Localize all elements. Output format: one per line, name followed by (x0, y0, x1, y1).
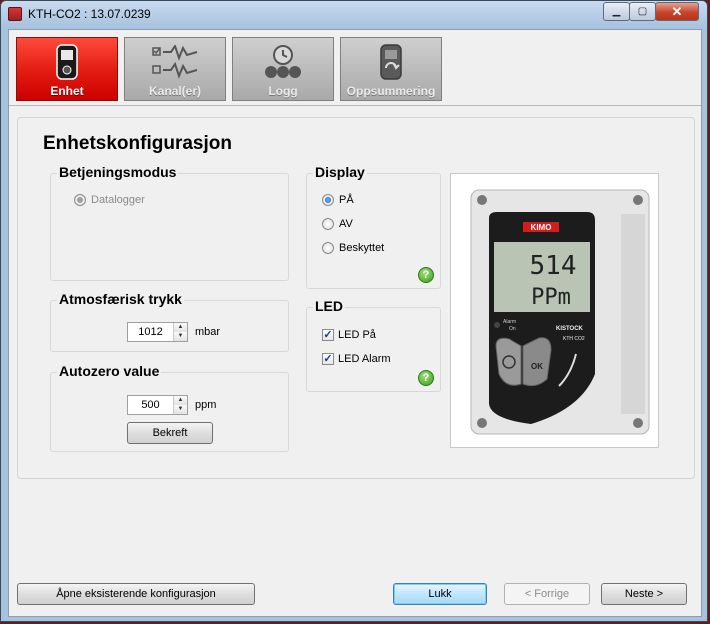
maximize-button[interactable]: ▢ (629, 2, 656, 21)
display-group: Display PÅ AV Beskyttet ? (306, 164, 441, 289)
display-on-radio[interactable]: PÅ (322, 194, 354, 206)
autozero-group: Autozero value 500 ▲ ▼ ppm Bekreft (50, 363, 289, 452)
minimize-icon: ▁ (612, 6, 621, 17)
wizard-tab-bar: Enhet Kanal(er) Logg Oppsummering (9, 30, 701, 106)
tab-label: Logg (268, 84, 298, 98)
display-unit: PPm (531, 285, 571, 310)
led-on-text: On (509, 326, 516, 332)
device-icon (17, 43, 117, 81)
led-group: LED ✓ LED På ✓ LED Alarm ? (306, 298, 441, 392)
app-icon (8, 7, 22, 21)
led-on-checkbox[interactable]: ✓ LED På (322, 329, 376, 341)
close-window-button[interactable]: ✕ (655, 2, 699, 21)
led-title: LED (313, 298, 345, 314)
spin-down-icon[interactable]: ▼ (174, 332, 187, 341)
page-title: Enhetskonfigurasjon (43, 133, 232, 154)
spin-up-icon[interactable]: ▲ (174, 323, 187, 332)
clock-icon (233, 43, 333, 81)
display-title: Display (313, 164, 367, 180)
display-off-label: AV (339, 218, 353, 230)
autozero-stepper[interactable]: 500 ▲ ▼ (127, 395, 188, 415)
ok-key-label: OK (531, 362, 543, 371)
display-reading: 514 (530, 251, 577, 281)
previous-button[interactable]: < Forrige (504, 583, 590, 605)
window-title: KTH-CO2 : 13.07.0239 (28, 7, 151, 21)
pressure-unit: mbar (195, 326, 221, 338)
minimize-button[interactable]: ▁ (603, 2, 630, 21)
device-illustration: KIMO 514 PPm Alarm On KISTOCK KTH CO2 OK (470, 189, 650, 435)
spin-up-icon[interactable]: ▲ (174, 396, 187, 405)
pressure-arrows: ▲ ▼ (173, 323, 187, 341)
datalogger-radio[interactable]: Datalogger (74, 194, 145, 206)
operating-mode-title: Betjeningsmodus (57, 164, 179, 180)
operating-mode-group: Betjeningsmodus Datalogger (50, 164, 289, 281)
window-controls: ▁ ▢ ✕ (603, 2, 699, 21)
pressure-group: Atmosfærisk trykk 1012 ▲ ▼ mbar (50, 291, 289, 352)
spin-down-icon[interactable]: ▼ (174, 405, 187, 414)
display-protected-radio[interactable]: Beskyttet (322, 242, 384, 254)
led-alarm-label: LED Alarm (338, 353, 391, 365)
display-protected-label: Beskyttet (339, 242, 385, 254)
tab-logg[interactable]: Logg (232, 37, 334, 101)
tab-oppsummering[interactable]: Oppsummering (340, 37, 442, 101)
summary-icon (341, 43, 441, 81)
radio-indicator (322, 194, 334, 206)
close-button[interactable]: Lukk (393, 583, 487, 605)
confirm-button[interactable]: Bekreft (127, 422, 213, 444)
channels-icon (125, 43, 225, 81)
display-on-label: PÅ (339, 194, 354, 206)
display-off-radio[interactable]: AV (322, 218, 353, 230)
checkmark-icon: ✓ (322, 329, 334, 341)
datalogger-label: Datalogger (91, 194, 145, 206)
app-window: KTH-CO2 : 13.07.0239 ▁ ▢ ✕ Enhet Kanal(e… (0, 0, 708, 622)
autozero-arrows: ▲ ▼ (173, 396, 187, 414)
device-image: KIMO 514 PPm Alarm On KISTOCK KTH CO2 OK (450, 173, 659, 448)
radio-indicator (322, 218, 334, 230)
pressure-title: Atmosfærisk trykk (57, 291, 184, 307)
radio-indicator (74, 194, 86, 206)
maximize-icon: ▢ (637, 6, 648, 17)
radio-indicator (322, 242, 334, 254)
tab-enhet[interactable]: Enhet (16, 37, 118, 101)
open-config-button[interactable]: Åpne eksisterende konfigurasjon (17, 583, 255, 605)
checkmark-icon: ✓ (322, 353, 334, 365)
led-alarm-checkbox[interactable]: ✓ LED Alarm (322, 353, 391, 365)
led-on-label: LED På (338, 329, 376, 341)
pressure-value: 1012 (138, 326, 163, 338)
autozero-title: Autozero value (57, 363, 162, 379)
tab-label: Oppsummering (346, 84, 436, 98)
model-name: KISTOCK (556, 326, 584, 332)
led-alarm-text: Alarm (503, 319, 516, 325)
pressure-stepper[interactable]: 1012 ▲ ▼ (127, 322, 188, 342)
tab-label: Enhet (50, 84, 84, 98)
help-icon[interactable]: ? (418, 267, 434, 283)
model-variant: KTH CO2 (563, 336, 585, 342)
tab-kanaler[interactable]: Kanal(er) (124, 37, 226, 101)
tab-label: Kanal(er) (148, 84, 201, 98)
next-button[interactable]: Neste > (601, 583, 687, 605)
autozero-unit: ppm (195, 399, 217, 411)
close-icon: ✕ (671, 3, 683, 19)
title-bar[interactable]: KTH-CO2 : 13.07.0239 ▁ ▢ ✕ (1, 1, 707, 27)
brand-label: KIMO (531, 223, 552, 232)
autozero-value: 500 (141, 399, 160, 411)
help-icon[interactable]: ? (418, 370, 434, 386)
